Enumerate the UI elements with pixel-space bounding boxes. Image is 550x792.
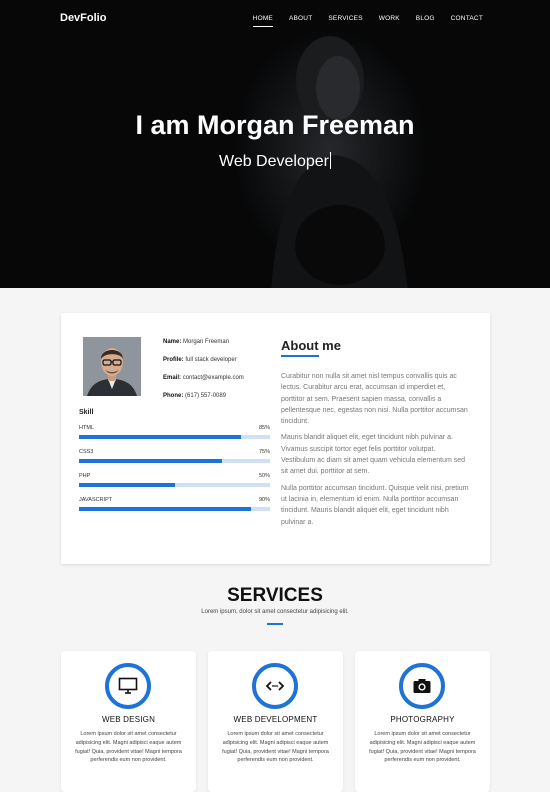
avatar — [83, 337, 141, 396]
brand-logo[interactable]: DevFolio — [60, 12, 106, 24]
skill-percent: 75% — [258, 449, 270, 455]
profile-photo — [83, 337, 141, 396]
about-text: Curabitur non nulla sit amet nisl tempus… — [281, 371, 469, 533]
service-name: PHOTOGRAPHY — [390, 715, 455, 724]
profile-email-row: Email: contact@example.com — [163, 375, 244, 383]
monitor-icon — [118, 677, 138, 694]
skill-name: HTML — [79, 425, 94, 431]
profile-phone[interactable]: (617) 557-0089 — [185, 393, 226, 399]
nav-item-work[interactable]: WORK — [379, 15, 400, 22]
nav-item-blog[interactable]: BLOG — [416, 15, 435, 22]
typing-cursor — [329, 152, 331, 169]
profile-info: Name: Morgan Freeman Profile: full stack… — [163, 339, 244, 411]
skill-name: PHP — [79, 473, 91, 479]
about-paragraph: Mauris blandit aliquet elit, eget tincid… — [281, 434, 466, 476]
skill-progress-fill — [79, 507, 251, 511]
skill-percent: 90% — [258, 497, 270, 503]
camera-icon — [413, 679, 431, 693]
skill-progress-track — [79, 507, 270, 511]
skill-percent: 50% — [258, 473, 270, 479]
service-icon-ring — [399, 663, 445, 709]
skill-progress-track — [79, 483, 270, 487]
nav-item-about[interactable]: ABOUT — [289, 15, 312, 22]
code-icon — [265, 681, 285, 691]
service-description: Lorem ipsum dolor sit amet consectetur a… — [369, 731, 476, 764]
service-card-photography[interactable]: PHOTOGRAPHY Lorem ipsum dolor sit amet c… — [355, 651, 490, 792]
profile-role: full stack developer — [185, 357, 237, 363]
hero-subtitle: Web Developer — [219, 153, 329, 170]
about-card: Name: Morgan Freeman Profile: full stack… — [61, 313, 490, 564]
skill-heading: Skill — [79, 409, 94, 416]
nav-item-home[interactable]: HOME — [252, 15, 274, 27]
skill-progress-fill — [79, 459, 223, 463]
hero-subtitle-wrap: Web Developer — [0, 152, 550, 171]
hero-section: DevFolio HOME ABOUT SERVICES WORK BLOG C… — [0, 0, 550, 288]
skill-item: CSS3 75% — [79, 449, 270, 473]
about-title: About me — [281, 338, 341, 353]
service-icon-ring — [252, 663, 298, 709]
nav-item-services[interactable]: SERVICES — [328, 15, 362, 22]
nav-item-contact[interactable]: CONTACT — [451, 15, 483, 22]
skill-item: PHP 50% — [79, 473, 270, 497]
email-label: Email: — [163, 375, 182, 381]
services-title-underline — [267, 623, 283, 625]
about-paragraph: Curabitur non nulla sit amet nisl tempus… — [281, 373, 468, 426]
hero-title: I am Morgan Freeman — [135, 110, 415, 140]
skill-percent: 85% — [258, 425, 270, 431]
name-label: Name: — [163, 339, 182, 345]
services-title: SERVICES — [227, 585, 323, 606]
top-navbar: DevFolio HOME ABOUT SERVICES WORK BLOG C… — [0, 0, 550, 40]
skill-item: JAVASCRIPT 90% — [79, 497, 270, 521]
skill-progress-fill — [79, 435, 242, 439]
nav-menu: HOME ABOUT SERVICES WORK BLOG CONTACT — [252, 15, 483, 27]
service-card-web-development[interactable]: WEB DEVELOPMENT Lorem ipsum dolor sit am… — [208, 651, 343, 792]
services-subtitle: Lorem ipsum, dolor sit amet consectetur … — [201, 609, 349, 615]
profile-email[interactable]: contact@example.com — [183, 375, 244, 381]
profile-phone-row: Phone: (617) 557-0089 — [163, 393, 244, 401]
service-card-web-design[interactable]: WEB DESIGN Lorem ipsum dolor sit amet co… — [61, 651, 196, 792]
profile-role-row: Profile: full stack developer — [163, 357, 244, 365]
profile-name-row: Name: Morgan Freeman — [163, 339, 244, 347]
service-description: Lorem ipsum dolor sit amet consectetur a… — [75, 731, 182, 764]
skill-item: HTML 85% — [79, 425, 270, 449]
skill-name: JAVASCRIPT — [79, 497, 113, 503]
service-description: Lorem ipsum dolor sit amet consectetur a… — [222, 731, 329, 764]
skill-name: CSS3 — [79, 449, 94, 455]
profile-name: Morgan Freeman — [183, 339, 230, 345]
skill-progress-fill — [79, 483, 175, 487]
skill-progress-track — [79, 459, 270, 463]
service-icon-ring — [105, 663, 151, 709]
skill-list: HTML 85% CSS3 75% PHP 50% JAVASCRIPT 90% — [79, 425, 270, 521]
about-paragraph: Nulla porttitor accumsan tincidunt. Quis… — [281, 484, 469, 526]
skill-progress-track — [79, 435, 270, 439]
profile-label: Profile: — [163, 357, 184, 363]
service-name: WEB DEVELOPMENT — [233, 715, 318, 724]
service-name: WEB DESIGN — [101, 715, 156, 724]
about-title-underline — [281, 355, 319, 357]
phone-label: Phone: — [163, 393, 184, 399]
